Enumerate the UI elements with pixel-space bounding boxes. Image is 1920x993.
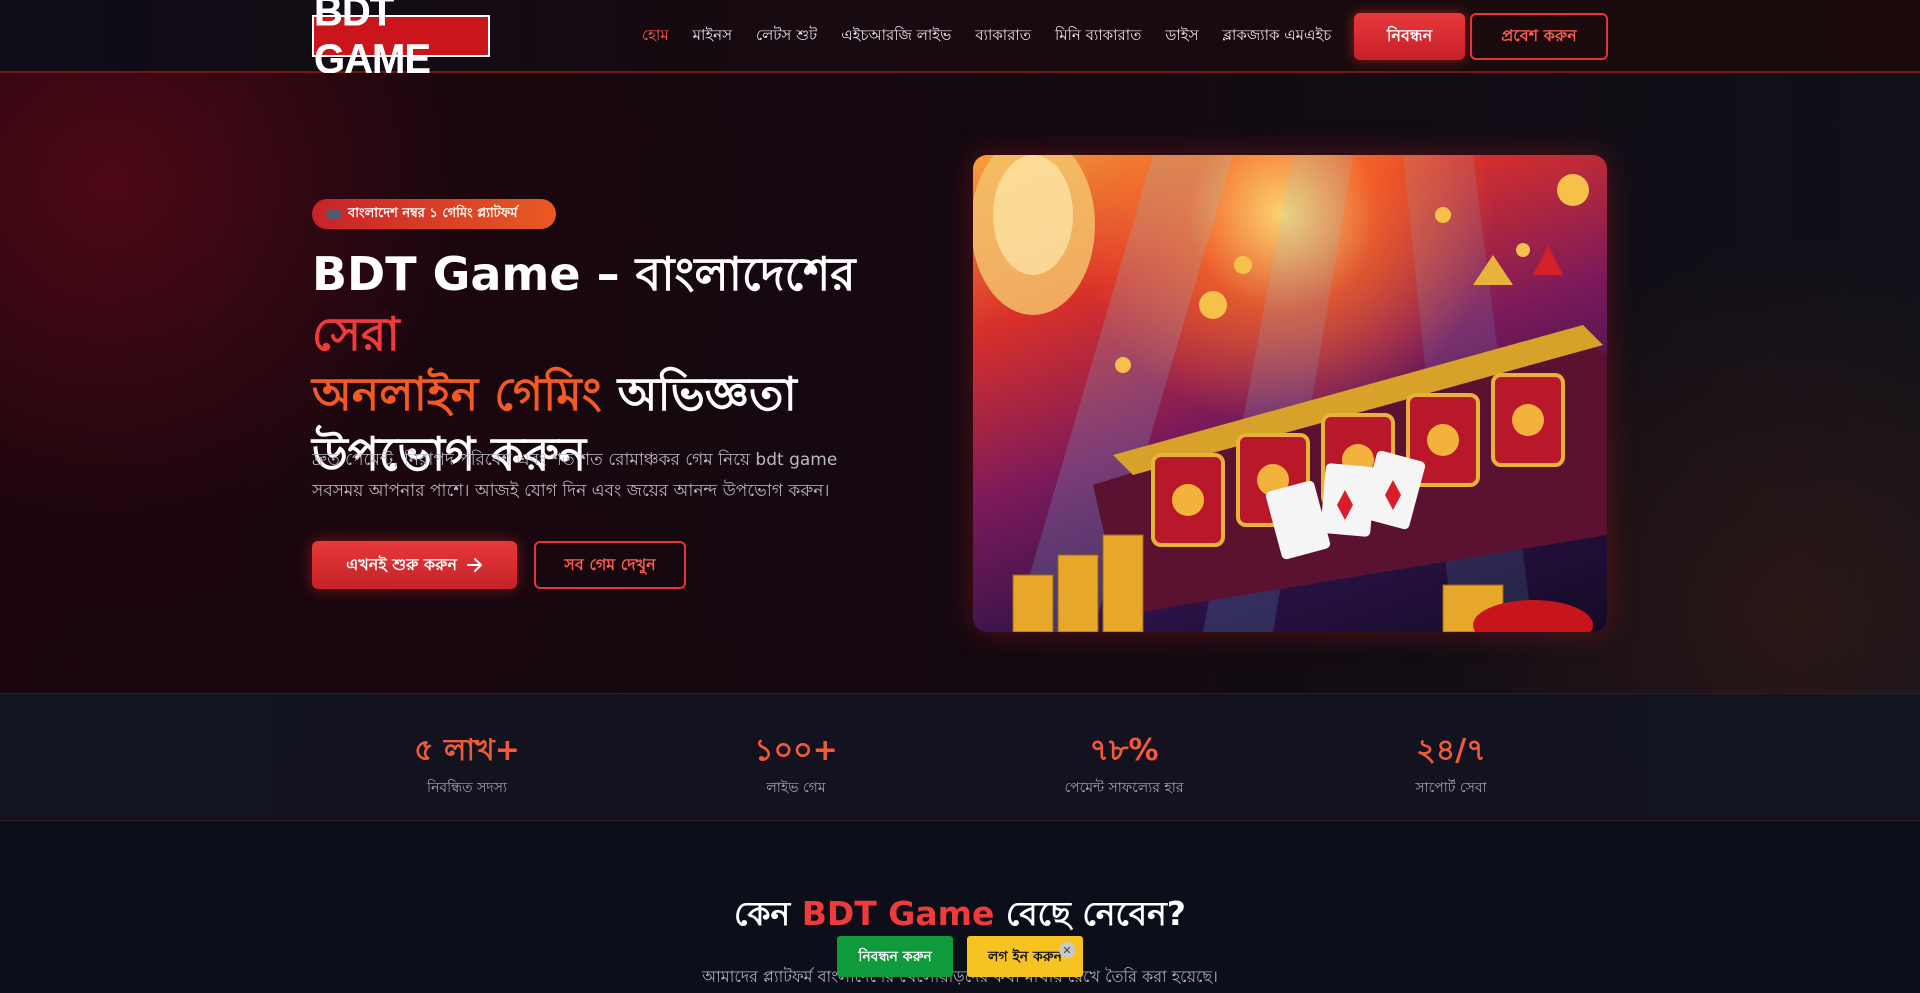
stat-label: লাইভ গেম: [766, 780, 826, 796]
stat-value: ৫ লাখ+: [414, 733, 520, 768]
why-section-title: কেন BDT Game বেছে নেবেন?: [734, 894, 1186, 933]
nav-item-mines[interactable]: মাইনস: [681, 24, 744, 49]
why-title-highlight: BDT Game: [801, 894, 995, 933]
stat-label: নিবন্ধিত সদস্য: [426, 780, 508, 796]
stat-value: ২৪/৭: [1416, 733, 1486, 768]
site-header: BDT GAME হোম মাইনস লেটস শুট এইচআরজি লাইভ…: [0, 0, 1920, 82]
nav-item-hrg-live[interactable]: এইচআরজি লাইভ: [829, 24, 963, 49]
login-button[interactable]: প্রবেশ করুন: [1470, 13, 1608, 60]
why-section-description: আমাদের প্ল্যাটফর্ম বাংলাদেশের খেলোয়াড়দ…: [702, 967, 1218, 986]
stat-label: পেমেন্ট সাফল্যের হার: [1064, 780, 1184, 796]
casino-illustration: [973, 155, 1607, 632]
title-highlight-best: সেরা: [312, 307, 400, 361]
main-nav: হোম মাইনস লেটস শুট এইচআরজি লাইভ ব্যাকারা…: [630, 0, 1343, 72]
platform-badge: বাংলাদেশ নম্বর ১ গেমিং প্ল্যাটফর্ম: [312, 199, 556, 229]
nav-item-blackjack-mh[interactable]: ব্লাকজ্যাক এমএইচ: [1211, 24, 1344, 49]
site-logo[interactable]: BDT GAME: [312, 0, 490, 82]
register-button[interactable]: নিবন্ধন: [1354, 13, 1465, 60]
stat-value: ৭৮%: [1089, 733, 1159, 768]
stat-value: ১০০+: [754, 733, 838, 768]
all-games-button[interactable]: সব গেম দেখুন: [534, 541, 686, 589]
arrow-right-icon: [466, 558, 482, 572]
floating-register-button[interactable]: নিবন্ধন করুন: [837, 936, 953, 977]
gamepad-icon: [326, 209, 342, 219]
hero-casino-image: [973, 155, 1607, 632]
nav-item-dice[interactable]: ডাইস: [1153, 24, 1210, 49]
hero-section: [0, 73, 1920, 693]
nav-item-home[interactable]: হোম: [630, 24, 681, 49]
hero-description: দ্রুত পেমেন্ট, নিরাপদ পরিবেশ এবং শত শত র…: [312, 450, 838, 501]
stat-label: সাপোর্ট সেবা: [1415, 780, 1487, 796]
stats-bar: ৫ লাখ+ নিবন্ধিত সদস্য ১০০+ লাইভ গেম ৭৮% …: [0, 693, 1920, 821]
nav-item-mini-baccarat[interactable]: মিনি ব্যাকারাত: [1043, 24, 1153, 49]
nav-item-lets-shoot[interactable]: লেটস শুট: [744, 24, 829, 49]
badge-label: বাংলাদেশ নম্বর ১ গেমিং প্ল্যাটফর্ম: [348, 205, 518, 221]
start-now-button[interactable]: এখনই শুরু করুন: [312, 541, 517, 589]
close-icon[interactable]: ✕: [1059, 942, 1075, 958]
title-highlight-online-gaming: অনলাইন গেমিং: [312, 367, 602, 421]
nav-item-baccarat[interactable]: ব্যাকারাত: [963, 24, 1043, 49]
